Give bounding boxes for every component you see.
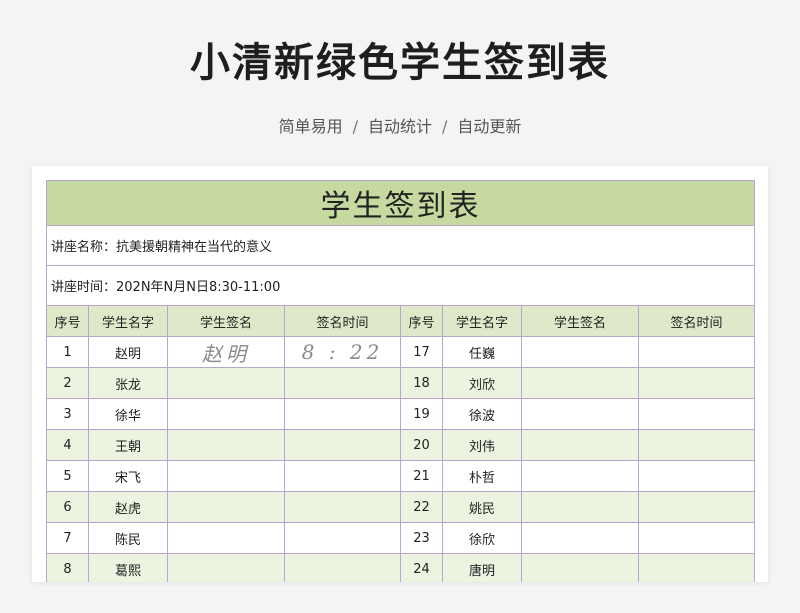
sheet-title-row: 学生签到表 bbox=[46, 180, 755, 226]
sign-time-cell[interactable] bbox=[284, 429, 401, 461]
signature-cell[interactable] bbox=[167, 367, 285, 399]
student-name-cell: 王朝 bbox=[88, 429, 168, 461]
signature-cell[interactable] bbox=[167, 491, 285, 523]
sign-time-cell[interactable] bbox=[284, 398, 401, 430]
student-name-cell: 宋飞 bbox=[88, 460, 168, 492]
signature-cell[interactable] bbox=[521, 398, 639, 430]
sheet-title: 学生签到表 bbox=[46, 180, 755, 226]
sign-time-cell[interactable] bbox=[638, 429, 755, 461]
row-number: 21 bbox=[400, 460, 443, 492]
subtitle-item: 简单易用 bbox=[278, 117, 343, 136]
row-number: 19 bbox=[400, 398, 443, 430]
signature-cell[interactable] bbox=[167, 398, 285, 430]
column-header: 签名时间 bbox=[284, 305, 401, 337]
student-name-cell: 葛熙 bbox=[88, 553, 168, 582]
sign-time-cell[interactable] bbox=[638, 553, 755, 582]
row-number: 20 bbox=[400, 429, 443, 461]
column-header: 学生名字 bbox=[88, 305, 168, 337]
student-name-cell: 陈民 bbox=[88, 522, 168, 554]
row-number: 4 bbox=[46, 429, 89, 461]
subtitle-separator: / bbox=[442, 117, 448, 136]
row-number: 18 bbox=[400, 367, 443, 399]
lecture-time[interactable]: 讲座时间：202N年N月N日8:30-11:00 bbox=[46, 265, 755, 306]
sign-time-cell[interactable] bbox=[638, 336, 755, 368]
row-number: 7 bbox=[46, 522, 89, 554]
student-name-cell: 姚民 bbox=[442, 491, 522, 523]
student-name-cell: 朴哲 bbox=[442, 460, 522, 492]
row-number: 24 bbox=[400, 553, 443, 582]
table-row: 8 葛熙 24 唐明 bbox=[46, 553, 755, 582]
signature-cell[interactable] bbox=[521, 553, 639, 582]
signature-cell[interactable] bbox=[167, 522, 285, 554]
subtitle-item: 自动统计 bbox=[367, 117, 432, 136]
table-row: 7 陈民 23 徐欣 bbox=[46, 522, 755, 554]
lecture-time-row: 讲座时间：202N年N月N日8:30-11:00 bbox=[46, 265, 755, 306]
table-row: 1 赵明 赵明 8 : 22 17 任巍 bbox=[46, 336, 755, 368]
sign-in-table: 学生签到表 讲座名称：抗美援朝精神在当代的意义 讲座时间：202N年N月N日8:… bbox=[46, 180, 755, 582]
column-header: 学生名字 bbox=[442, 305, 522, 337]
column-header: 序号 bbox=[400, 305, 443, 337]
sign-time-cell[interactable] bbox=[284, 522, 401, 554]
row-number: 22 bbox=[400, 491, 443, 523]
lecture-name-row: 讲座名称：抗美援朝精神在当代的意义 bbox=[46, 225, 755, 266]
signature-cell[interactable]: 赵明 bbox=[167, 336, 285, 368]
table-row: 6 赵虎 22 姚民 bbox=[46, 491, 755, 523]
table-body: 1 赵明 赵明 8 : 22 17 任巍 2 张龙 18 刘欣 3 徐华 19 徐波 4 王朝 20 刘伟 5 宋飞 2… bbox=[46, 336, 755, 582]
signature-cell[interactable] bbox=[167, 553, 285, 582]
row-number: 8 bbox=[46, 553, 89, 582]
sign-time-cell[interactable] bbox=[638, 522, 755, 554]
student-name-cell: 刘伟 bbox=[442, 429, 522, 461]
sign-time-cell[interactable] bbox=[284, 553, 401, 582]
student-name-cell: 徐华 bbox=[88, 398, 168, 430]
sign-time-cell[interactable]: 8 : 22 bbox=[284, 336, 401, 368]
sign-time-cell[interactable] bbox=[638, 491, 755, 523]
table-row: 5 宋飞 21 朴哲 bbox=[46, 460, 755, 492]
sign-time-cell[interactable] bbox=[284, 367, 401, 399]
signature-cell[interactable] bbox=[521, 367, 639, 399]
student-name-cell: 刘欣 bbox=[442, 367, 522, 399]
student-name-cell: 赵明 bbox=[88, 336, 168, 368]
student-name-cell: 徐欣 bbox=[442, 522, 522, 554]
sign-time-cell[interactable] bbox=[638, 460, 755, 492]
student-name-cell: 赵虎 bbox=[88, 491, 168, 523]
subtitle-separator: / bbox=[352, 117, 358, 136]
sign-time-cell[interactable] bbox=[284, 460, 401, 492]
student-name-cell: 张龙 bbox=[88, 367, 168, 399]
signature-cell[interactable] bbox=[521, 522, 639, 554]
table-header-row: 序号 学生名字 学生签名 签名时间 序号 学生名字 学生签名 签名时间 bbox=[46, 305, 755, 337]
row-number: 1 bbox=[46, 336, 89, 368]
signature-cell[interactable] bbox=[521, 336, 639, 368]
row-number: 6 bbox=[46, 491, 89, 523]
sign-time-cell[interactable] bbox=[284, 491, 401, 523]
sheet-card: 学生签到表 讲座名称：抗美援朝精神在当代的意义 讲座时间：202N年N月N日8:… bbox=[32, 166, 768, 582]
sign-in-sheet: 学生签到表 讲座名称：抗美援朝精神在当代的意义 讲座时间：202N年N月N日8:… bbox=[46, 180, 755, 582]
lecture-name[interactable]: 讲座名称：抗美援朝精神在当代的意义 bbox=[46, 225, 755, 266]
signature-cell[interactable] bbox=[167, 460, 285, 492]
column-header: 签名时间 bbox=[638, 305, 755, 337]
table-row: 4 王朝 20 刘伟 bbox=[46, 429, 755, 461]
row-number: 5 bbox=[46, 460, 89, 492]
row-number: 23 bbox=[400, 522, 443, 554]
table-row: 3 徐华 19 徐波 bbox=[46, 398, 755, 430]
table-row: 2 张龙 18 刘欣 bbox=[46, 367, 755, 399]
row-number: 17 bbox=[400, 336, 443, 368]
row-number: 2 bbox=[46, 367, 89, 399]
student-name-cell: 徐波 bbox=[442, 398, 522, 430]
page-title: 小清新绿色学生签到表 bbox=[190, 40, 610, 86]
student-name-cell: 唐明 bbox=[442, 553, 522, 582]
signature-cell[interactable] bbox=[167, 429, 285, 461]
column-header: 学生签名 bbox=[167, 305, 285, 337]
signature-cell[interactable] bbox=[521, 491, 639, 523]
signature-cell[interactable] bbox=[521, 429, 639, 461]
subtitle-item: 自动更新 bbox=[457, 117, 522, 136]
page-subtitle: 简单易用 / 自动统计 / 自动更新 bbox=[0, 113, 800, 137]
student-name-cell: 任巍 bbox=[442, 336, 522, 368]
sign-time-cell[interactable] bbox=[638, 398, 755, 430]
column-header: 序号 bbox=[46, 305, 89, 337]
row-number: 3 bbox=[46, 398, 89, 430]
sign-time-cell[interactable] bbox=[638, 367, 755, 399]
column-header: 学生签名 bbox=[521, 305, 639, 337]
signature-cell[interactable] bbox=[521, 460, 639, 492]
